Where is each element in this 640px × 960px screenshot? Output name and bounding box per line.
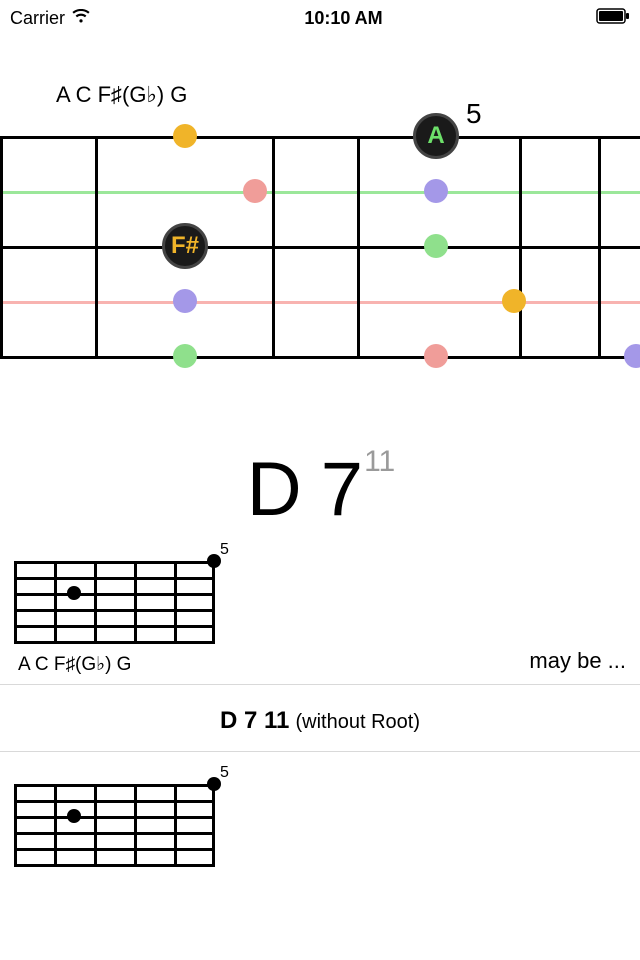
note-dot[interactable]: [624, 344, 640, 368]
note-dot[interactable]: [502, 289, 526, 313]
mini-fretboard: 5: [14, 545, 214, 649]
note-dot[interactable]: [424, 179, 448, 203]
status-time: 10:10 AM: [304, 8, 382, 29]
fret-number: 5: [466, 98, 482, 130]
note-dot[interactable]: [173, 124, 197, 148]
chord-notes-label: A C F♯(G♭) G: [0, 36, 640, 118]
note-dot[interactable]: [424, 344, 448, 368]
chord-sub-bold: D 7 11: [220, 707, 289, 734]
carrier-label: Carrier: [10, 8, 65, 29]
status-bar: Carrier 10:10 AM: [0, 0, 640, 36]
mini-notes-label: A C F♯(G♭) G: [14, 649, 214, 676]
chord-name-main: D 711: [0, 446, 640, 533]
note-dot[interactable]: [424, 234, 448, 258]
chord-root: D 7: [247, 447, 362, 532]
note-marker-fsharp[interactable]: F#: [162, 223, 208, 269]
chord-list-row[interactable]: 5 A C F♯(G♭) G may be ...: [0, 533, 640, 685]
wifi-icon: [71, 8, 91, 29]
maybe-label: may be ...: [529, 648, 626, 676]
note-dot[interactable]: [173, 344, 197, 368]
note-dot[interactable]: [173, 289, 197, 313]
note-marker-a[interactable]: A: [413, 113, 459, 159]
main-fretboard[interactable]: A F# 5: [0, 136, 640, 396]
chord-extension: 11: [364, 445, 395, 478]
status-right: [596, 8, 630, 29]
status-left: Carrier: [10, 8, 91, 29]
battery-icon: [596, 8, 630, 29]
note-dot[interactable]: [243, 179, 267, 203]
chord-list-row[interactable]: 5: [0, 752, 640, 872]
chord-sub-paren: (without Root): [296, 711, 421, 733]
mini-fretboard: 5: [14, 768, 214, 872]
mini-fret-num: 5: [220, 541, 229, 559]
chord-sub-label: D 7 11 (without Root): [0, 685, 640, 752]
mini-fret-num: 5: [220, 764, 229, 782]
